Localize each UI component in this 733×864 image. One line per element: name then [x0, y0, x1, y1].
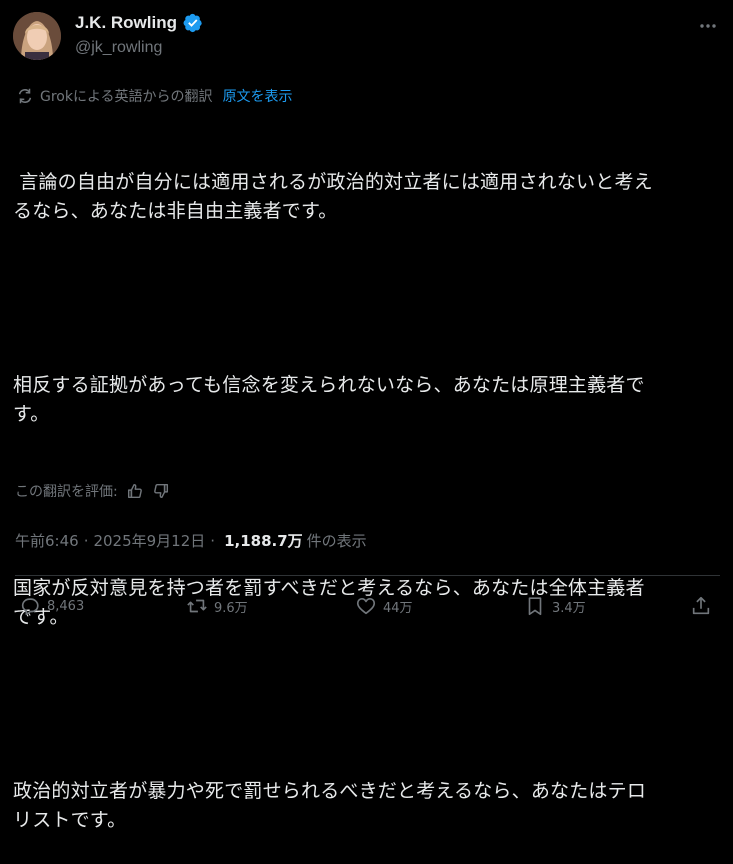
bookmark-count: 3.4万	[552, 600, 586, 616]
translation-notice: Grokによる英語からの翻訳 原文を表示	[16, 86, 293, 106]
bookmark-button[interactable]: 3.4万	[524, 592, 586, 620]
translation-label: Grokによる英語からの翻訳	[40, 89, 213, 105]
tweet-paragraph: 相反する証拠があっても信念を変えられないなら、あなたは原理主義者で す。	[13, 374, 645, 425]
like-count: 44万	[383, 600, 413, 616]
tweet-meta: 午前6:46 · 2025年9月12日 · 1,188.7万 件の表示	[15, 530, 367, 551]
meta-separator: ·	[210, 532, 216, 550]
divider	[15, 575, 720, 576]
reply-count: 8,463	[47, 598, 85, 614]
avatar[interactable]	[13, 12, 61, 60]
repost-count: 9.6万	[214, 600, 248, 616]
tweet-time[interactable]: 午前6:46	[15, 530, 79, 551]
more-options-button[interactable]	[698, 16, 718, 36]
thumbs-up-icon[interactable]	[126, 482, 144, 500]
rate-translation-label: この翻訳を評価:	[15, 484, 118, 500]
tweet-paragraph: 言論の自由が自分には適用されるが政治的対立者には適用されないと考え るなら、あな…	[13, 171, 653, 222]
author-display-name[interactable]: J.K. Rowling	[75, 13, 177, 33]
share-icon	[692, 596, 710, 615]
tweet-paragraph: 政治的対立者が暴力や死で罰せられるべきだと考えるなら、あなたはテロ リストです。	[13, 780, 647, 831]
meta-separator: ·	[83, 532, 89, 550]
reply-button[interactable]: 8,463	[19, 592, 84, 620]
views-label: 件の表示	[306, 532, 367, 550]
rate-translation: この翻訳を評価:	[15, 481, 170, 501]
repost-button[interactable]: 9.6万	[186, 592, 248, 620]
like-icon	[356, 598, 376, 615]
author-handle[interactable]: @jk_rowling	[75, 39, 162, 57]
show-original-link[interactable]: 原文を表示	[223, 86, 293, 106]
share-button[interactable]	[690, 592, 712, 620]
bookmark-icon	[528, 597, 542, 616]
repost-icon	[187, 599, 207, 613]
tweet-date[interactable]: 2025年9月12日	[93, 530, 205, 551]
verified-badge-icon[interactable]	[183, 13, 203, 33]
thumbs-down-icon[interactable]	[152, 482, 170, 500]
author-name-row: J.K. Rowling	[75, 13, 203, 33]
action-bar: 8,463 9.6万 44万 3.4万	[0, 592, 733, 622]
views-count: 1,188.7万	[224, 532, 303, 550]
avatar-image	[13, 12, 61, 60]
like-button[interactable]: 44万	[355, 592, 413, 620]
reply-icon	[21, 598, 39, 616]
more-horizontal-icon	[700, 24, 716, 28]
translate-icon	[18, 88, 32, 104]
